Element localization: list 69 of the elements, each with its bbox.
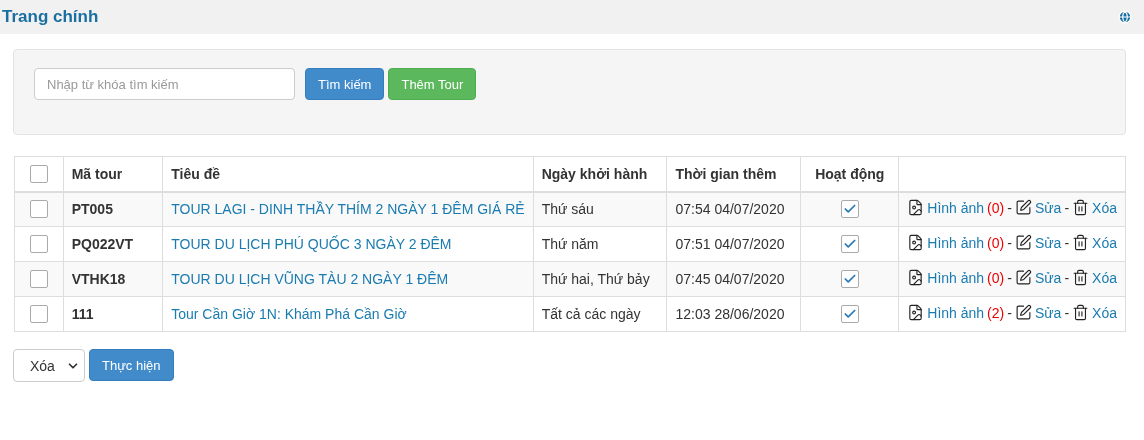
trash-icon[interactable] <box>1072 304 1090 321</box>
images-link[interactable]: Hình ảnh <box>927 269 985 286</box>
select-all-checkbox[interactable] <box>29 164 48 183</box>
trash-icon[interactable] <box>1072 199 1090 217</box>
globe-icon[interactable] <box>1118 10 1132 24</box>
images-link[interactable]: Hình ảnh <box>927 234 985 251</box>
tour-code: VTHK18 <box>71 271 126 287</box>
edit-link[interactable]: Sửa <box>1034 304 1062 321</box>
column-header: Mã tour <box>63 156 163 192</box>
active-checkbox[interactable] <box>840 235 859 254</box>
images-link[interactable]: Hình ảnh <box>927 304 985 321</box>
search-button[interactable]: Tìm kiếm <box>305 68 385 100</box>
tour-code: PQ022VT <box>71 236 134 252</box>
added-time: 07:54 04/07/2020 <box>675 201 785 218</box>
edit-link[interactable]: Sửa <box>1034 234 1062 251</box>
delete-link[interactable]: Xóa <box>1092 234 1117 251</box>
separator: - <box>1064 304 1070 321</box>
edit-icon[interactable] <box>1014 199 1032 217</box>
column-header: Hoạt động <box>800 156 899 192</box>
picture-file-icon[interactable] <box>907 269 925 286</box>
add-tour-button[interactable]: Thêm Tour <box>388 68 477 100</box>
delete-link[interactable]: Xóa <box>1092 199 1117 216</box>
picture-file-icon[interactable] <box>907 304 925 321</box>
edit-icon[interactable] <box>1014 269 1032 286</box>
tour-code: PT005 <box>71 201 113 218</box>
execute-button[interactable]: Thực hiện <box>89 349 174 381</box>
separator: - <box>1007 304 1012 321</box>
trash-icon[interactable] <box>1072 269 1090 286</box>
departure-day: Thứ sáu <box>541 201 594 218</box>
added-time: 07:45 04/07/2020 <box>675 271 785 287</box>
row-checkbox[interactable] <box>29 305 48 324</box>
picture-file-icon[interactable] <box>907 199 925 217</box>
active-checkbox[interactable] <box>840 305 859 324</box>
row-checkbox[interactable] <box>29 200 48 219</box>
image-count: (2) <box>987 304 1005 321</box>
bulk-action-select[interactable]: Xóa <box>13 349 85 382</box>
edit-link[interactable]: Sửa <box>1034 269 1062 286</box>
edit-link[interactable]: Sửa <box>1034 199 1062 216</box>
delete-link[interactable]: Xóa <box>1092 269 1117 286</box>
edit-icon[interactable] <box>1014 304 1032 321</box>
separator: - <box>1007 234 1012 251</box>
column-header: Tiêu đề <box>162 156 534 192</box>
row-checkbox[interactable] <box>29 270 48 289</box>
departure-day: Thứ hai, Thứ bảy <box>541 271 650 287</box>
page-title: Trang chính <box>1 7 99 27</box>
image-count: (0) <box>987 199 1005 216</box>
separator: - <box>1064 269 1070 286</box>
added-time: 07:51 04/07/2020 <box>675 236 785 252</box>
edit-icon[interactable] <box>1014 234 1032 251</box>
trash-icon[interactable] <box>1072 234 1090 251</box>
delete-link[interactable]: Xóa <box>1092 304 1117 321</box>
images-link[interactable]: Hình ảnh <box>927 199 985 216</box>
picture-file-icon[interactable] <box>907 234 925 251</box>
departure-day: Thứ năm <box>541 236 599 252</box>
search-field[interactable]: Nhập từ khóa tìm kiếm <box>34 68 295 100</box>
active-checkbox[interactable] <box>840 270 859 289</box>
added-time: 12:03 28/06/2020 <box>675 306 785 322</box>
separator: - <box>1007 269 1012 286</box>
row-checkbox[interactable] <box>29 235 48 254</box>
separator: - <box>1007 199 1012 216</box>
separator: - <box>1064 234 1070 251</box>
departure-day: Tất cả các ngày <box>541 306 641 322</box>
image-count: (0) <box>987 269 1005 286</box>
column-header: Ngày khởi hành <box>533 156 667 192</box>
tour-code: 111 <box>71 306 94 322</box>
separator: - <box>1064 199 1070 216</box>
column-header: Thời gian thêm <box>666 156 801 192</box>
active-checkbox[interactable] <box>840 200 859 219</box>
image-count: (0) <box>987 234 1005 251</box>
